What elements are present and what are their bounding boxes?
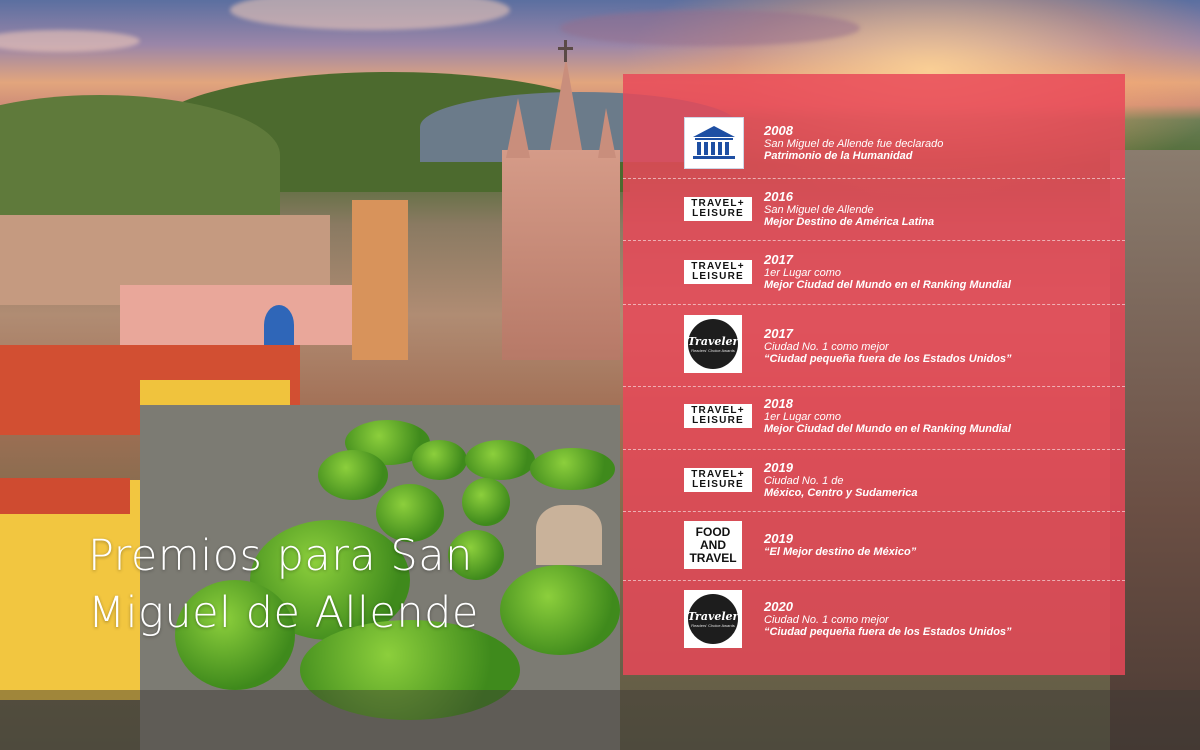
award-row: FOOD AND TRAVEL 2019 “El Mejor destino d… [623, 511, 1125, 580]
award-year: 2018 [764, 396, 793, 411]
tree [318, 450, 388, 500]
award-line: Ciudad No. 1 como mejor [764, 341, 889, 353]
red-roof [0, 478, 130, 514]
award-row: TRAVEL+ LEISURE 2016 San Miguel de Allend… [623, 178, 1125, 240]
logo-text: Readers' Choice Awards [691, 622, 735, 628]
award-text: 2019 Ciudad No. 1 de México, Centro y Su… [764, 460, 917, 499]
street [0, 690, 1200, 750]
logo-text: Traveler [687, 334, 739, 348]
awards-panel: 2008 San Miguel de Allende fue declarado… [623, 74, 1125, 675]
award-year: 2008 [764, 123, 793, 138]
award-year: 2019 [764, 531, 793, 546]
pink-building [120, 285, 380, 345]
food-and-travel-logo-icon: FOOD AND TRAVEL [684, 521, 742, 569]
award-line-bold: Mejor Ciudad del Mundo en el Ranking Mun… [764, 423, 1011, 435]
award-row: 2008 San Miguel de Allende fue declarado… [623, 74, 1125, 178]
award-line: 1er Lugar como [764, 267, 842, 279]
award-text: 2019 “El Mejor destino de México” [764, 531, 916, 558]
award-line-bold: “El Mejor destino de México” [764, 546, 917, 558]
award-line-bold: Mejor Destino de América Latina [764, 216, 935, 228]
award-text: 2017 Ciudad No. 1 como mejor “Ciudad peq… [764, 326, 1012, 365]
award-row: TRAVEL+ LEISURE 2017 1er Lugar como Mejor… [623, 240, 1125, 304]
travel-leisure-logo-icon: TRAVEL+ LEISURE [684, 404, 752, 428]
award-line: Ciudad No. 1 de [764, 475, 844, 487]
travel-leisure-logo-icon: TRAVEL+ LEISURE [684, 197, 752, 221]
logo-text: LEISURE [692, 208, 744, 219]
award-row: TRAVEL+ LEISURE 2018 1er Lugar como Mejor… [623, 386, 1125, 449]
conde-nast-traveler-logo-icon: Traveler Readers' Choice Awards [684, 315, 742, 373]
temple-icon [693, 126, 735, 159]
unesco-logo-icon [684, 117, 744, 169]
cloud [230, 0, 510, 30]
award-text: 2008 San Miguel de Allende fue declarado… [764, 123, 943, 162]
award-text: 2016 San Miguel de Allende Mejor Destino… [764, 189, 934, 228]
parroquia-church [502, 150, 620, 360]
tree [530, 448, 615, 490]
award-line: San Miguel de Allende fue declarado [764, 138, 944, 150]
award-text: 2018 1er Lugar como Mejor Ciudad del Mun… [764, 396, 1011, 435]
award-year: 2017 [764, 252, 793, 267]
award-line-bold: Mejor Ciudad del Mundo en el Ranking Mun… [764, 279, 1011, 291]
page-title: Premios para San Miguel de Allende [88, 528, 568, 642]
title-line-2: Miguel de Allende [88, 588, 479, 638]
award-line-bold: México, Centro y Sudamerica [764, 487, 918, 499]
award-year: 2020 [764, 599, 793, 614]
logo-text: Traveler [687, 609, 739, 623]
logo-text: LEISURE [692, 415, 744, 426]
logo-text: LEISURE [692, 479, 744, 490]
award-line-bold: “Ciudad pequeña fuera de los Estados Uni… [764, 626, 1012, 638]
award-text: 2020 Ciudad No. 1 como mejor “Ciudad peq… [764, 599, 1012, 638]
award-year: 2016 [764, 189, 793, 204]
logo-text: TRAVEL [689, 550, 737, 565]
travel-leisure-logo-icon: TRAVEL+ LEISURE [684, 260, 752, 284]
award-row: Traveler Readers' Choice Awards 2020 Ciu… [623, 580, 1125, 675]
cloud [0, 30, 140, 52]
award-year: 2019 [764, 460, 793, 475]
logo-text: AND [700, 537, 726, 552]
title-line-1: Premios para San [88, 531, 473, 581]
blue-dome [264, 305, 294, 345]
award-line: Ciudad No. 1 como mejor [764, 614, 889, 626]
tree [465, 440, 535, 480]
logo-text: FOOD [695, 524, 731, 539]
logo-text: LEISURE [692, 271, 744, 282]
award-row: Traveler Readers' Choice Awards 2017 Ciu… [623, 304, 1125, 386]
tree [412, 440, 467, 480]
bell-tower [352, 200, 408, 360]
logo-text: Readers' Choice Awards [691, 347, 735, 353]
conde-nast-traveler-logo-icon: Traveler Readers' Choice Awards [684, 590, 742, 648]
award-line-bold: Patrimonio de la Humanidad [764, 150, 913, 162]
tree [462, 478, 510, 526]
award-year: 2017 [764, 326, 793, 341]
church-spires [506, 40, 616, 158]
award-text: 2017 1er Lugar como Mejor Ciudad del Mun… [764, 252, 1011, 291]
award-line: San Miguel de Allende [764, 204, 874, 216]
award-line: 1er Lugar como [764, 411, 842, 423]
travel-leisure-logo-icon: TRAVEL+ LEISURE [684, 468, 752, 492]
award-row: TRAVEL+ LEISURE 2019 Ciudad No. 1 de Méxi… [623, 449, 1125, 511]
award-line-bold: “Ciudad pequeña fuera de los Estados Uni… [764, 353, 1012, 365]
